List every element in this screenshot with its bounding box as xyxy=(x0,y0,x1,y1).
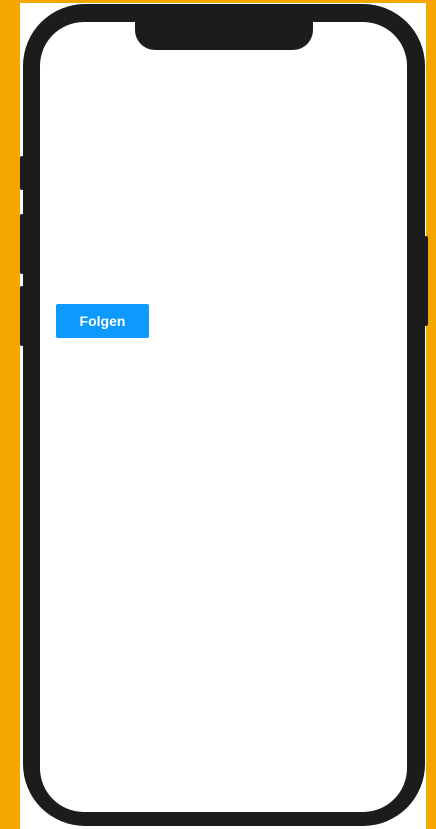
follow-button[interactable]: Folgen xyxy=(56,304,149,338)
background-right-strip xyxy=(426,0,436,829)
background-left-strip xyxy=(0,0,20,829)
background-top-strip xyxy=(0,0,436,3)
phone-screen: Folgen xyxy=(40,22,407,812)
phone-notch xyxy=(135,22,313,50)
